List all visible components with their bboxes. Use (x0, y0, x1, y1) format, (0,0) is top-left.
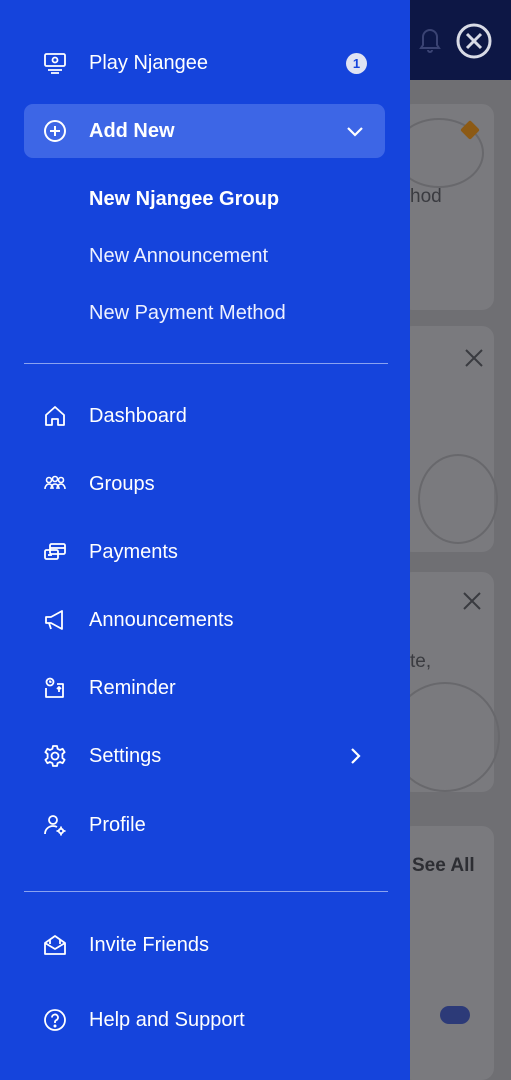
gear-icon (37, 738, 73, 774)
dismiss-icon[interactable] (462, 591, 482, 611)
add-circle-icon (37, 113, 73, 149)
menu-item-groups[interactable]: Groups (24, 457, 385, 511)
home-icon (37, 398, 73, 434)
divider (24, 363, 388, 364)
submenu-new-njangee-group[interactable]: New Njangee Group (89, 188, 279, 211)
card-text-fragment: hod (410, 186, 442, 207)
menu-item-label: Reminder (89, 676, 176, 699)
menu-item-label: Invite Friends (89, 933, 210, 956)
chevron-down-icon[interactable] (345, 121, 365, 141)
submenu-new-announcement[interactable]: New Announcement (89, 245, 268, 268)
chevron-right-icon[interactable] (345, 746, 365, 766)
submenu-new-payment-method[interactable]: New Payment Method (89, 302, 286, 325)
reminder-icon (37, 670, 73, 706)
menu-item-label: Settings (89, 744, 162, 767)
group-icon (37, 466, 73, 502)
menu-item-payments[interactable]: Payments (24, 525, 385, 579)
menu-item-help-support[interactable]: Help and Support (24, 993, 385, 1047)
user-settings-icon (37, 807, 73, 843)
menu-item-settings[interactable]: Settings (24, 729, 385, 783)
menu-item-label: Dashboard (89, 404, 187, 427)
menu-item-reminder[interactable]: Reminder (24, 661, 385, 715)
navigation-drawer: Play Njangee 1 Add New New Njangee Group… (0, 0, 410, 1080)
play-icon (37, 45, 73, 81)
menu-item-label: Add New (89, 119, 175, 142)
menu-item-label: Groups (89, 472, 155, 495)
see-all-link[interactable]: See All (412, 855, 475, 877)
menu-item-label: Play Njangee (89, 51, 208, 74)
card-text-fragment: te, (410, 651, 432, 672)
menu-item-invite-friends[interactable]: Invite Friends (24, 918, 385, 972)
notification-badge: 1 (346, 53, 367, 74)
menu-item-dashboard[interactable]: Dashboard (24, 389, 385, 443)
megaphone-icon (37, 602, 73, 638)
card-illustration (418, 454, 498, 544)
menu-item-announcements[interactable]: Announcements (24, 593, 385, 647)
background-badge (440, 1006, 470, 1024)
menu-item-label: Payments (89, 540, 178, 563)
payment-card-icon (37, 534, 73, 570)
menu-item-profile[interactable]: Profile (24, 798, 385, 852)
menu-item-play-njangee[interactable]: Play Njangee 1 (24, 36, 385, 90)
divider (24, 891, 388, 892)
close-drawer-icon[interactable] (455, 22, 493, 60)
menu-item-label: Announcements (89, 608, 234, 631)
help-circle-icon (37, 1002, 73, 1038)
envelope-open-icon (37, 927, 73, 963)
dismiss-icon[interactable] (464, 348, 484, 368)
bell-icon[interactable] (418, 26, 442, 54)
menu-item-label: Profile (89, 813, 146, 836)
menu-item-label: Help and Support (89, 1008, 245, 1031)
menu-item-add-new[interactable]: Add New (24, 104, 385, 158)
